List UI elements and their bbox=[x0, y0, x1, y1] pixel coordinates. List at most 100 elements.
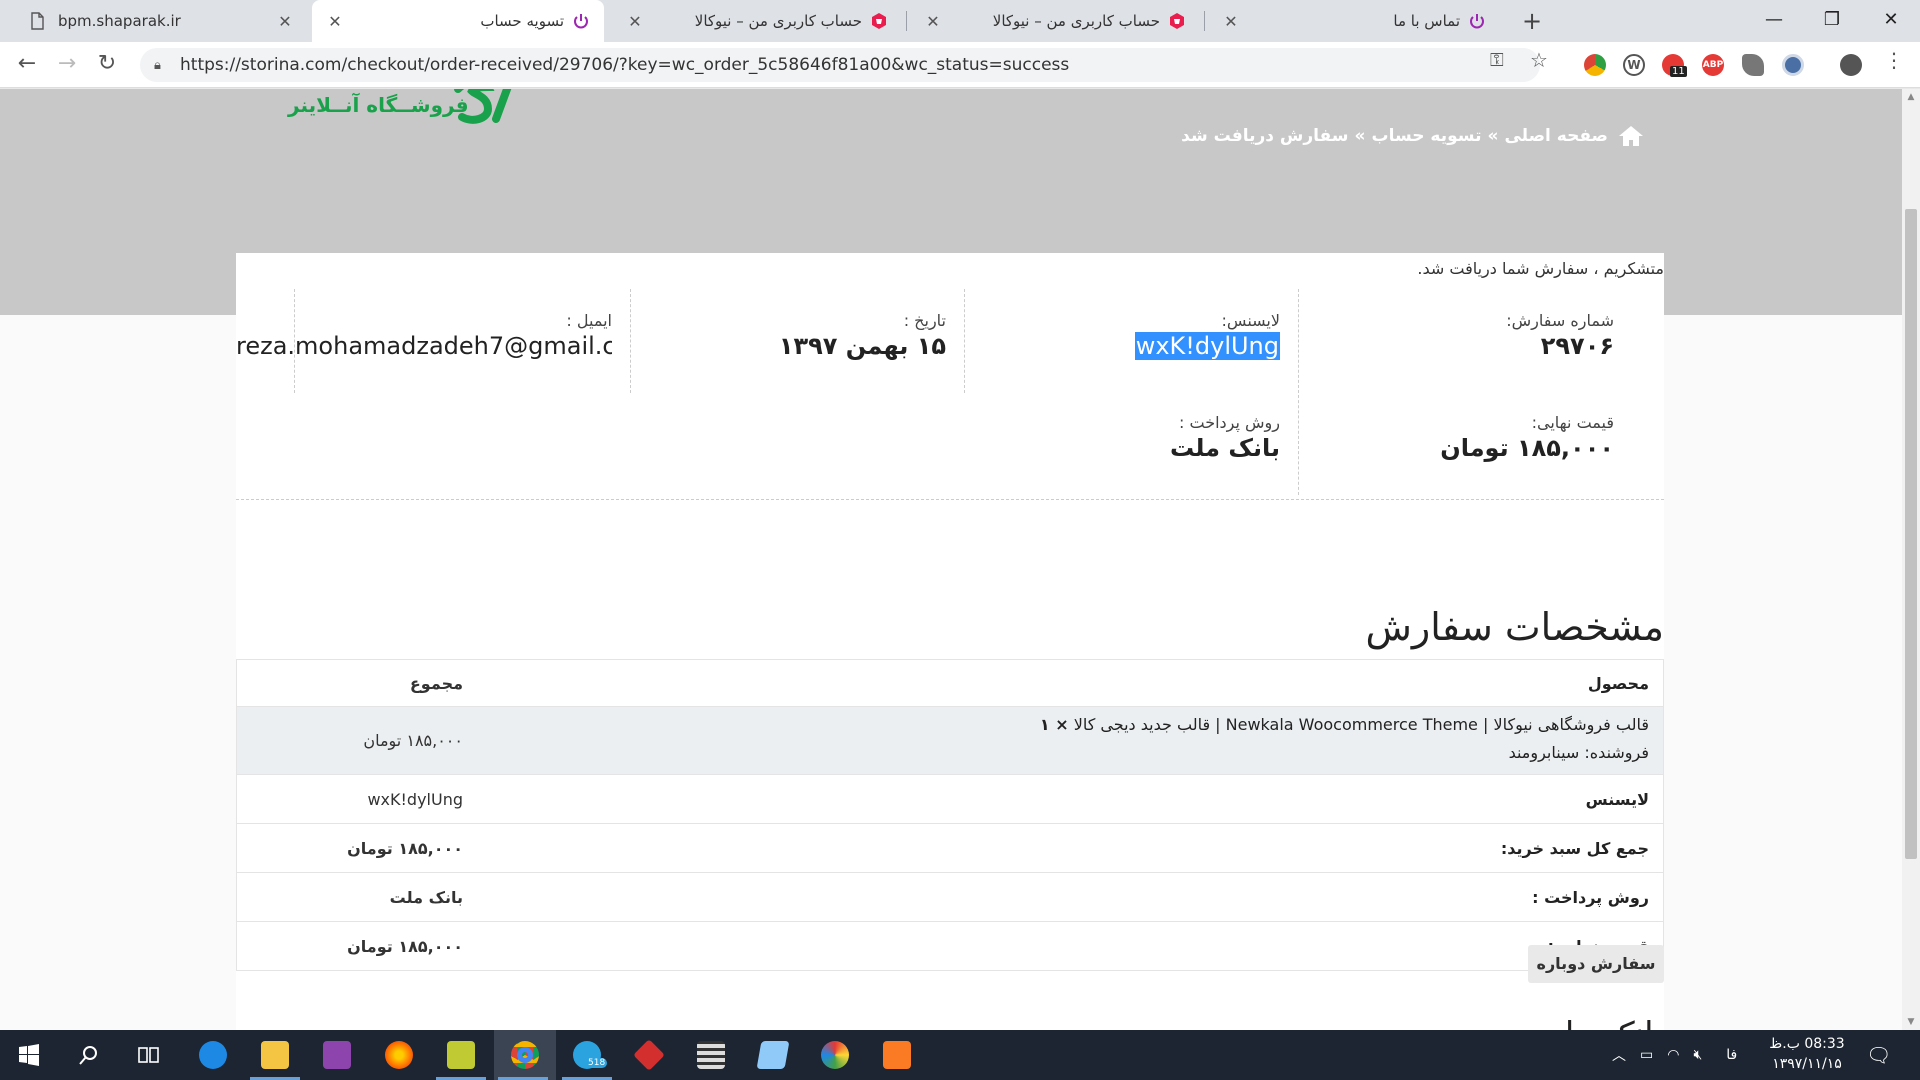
close-icon[interactable]: ✕ bbox=[924, 12, 942, 31]
notification-icon[interactable]: 🗨︎ bbox=[1866, 1030, 1891, 1080]
task-view-button[interactable] bbox=[120, 1030, 178, 1080]
item-title[interactable]: قالب فروشگاهی نیوکالا | Newkala Woocomme… bbox=[1074, 715, 1649, 734]
divider bbox=[964, 289, 965, 393]
tab-bpm-shaparak[interactable]: bpm.shaparak.ir ✕ bbox=[14, 0, 308, 42]
order-received-card: متشکریم ، سفارش شما دریافت شد. شماره سفا… bbox=[236, 253, 1664, 1030]
tab-contact-us[interactable]: تماس با ما ✕ bbox=[1208, 0, 1500, 42]
taskbar-visual-studio[interactable] bbox=[308, 1030, 366, 1080]
lock-icon: 🔒︎ bbox=[154, 57, 161, 73]
breadcrumb-checkout[interactable]: تسویه حساب bbox=[1372, 126, 1482, 146]
tab-newkala-account-1[interactable]: حساب کاربری من – نیوکالا ✕ bbox=[612, 0, 902, 42]
order-again-button[interactable]: سفارش دوباره bbox=[1528, 945, 1664, 983]
newkala-icon bbox=[1170, 13, 1184, 29]
wordpress-icon[interactable]: W bbox=[1623, 54, 1645, 76]
extension-globe-icon[interactable] bbox=[1584, 54, 1606, 76]
maximize-button[interactable]: ❐ bbox=[1803, 0, 1861, 42]
extension-red-icon[interactable]: 11 bbox=[1662, 54, 1687, 77]
subtotal-value: ۱۸۵,۰۰۰ تومان bbox=[347, 839, 463, 858]
close-icon[interactable]: ✕ bbox=[1222, 12, 1240, 31]
page-scrollbar[interactable]: ▲ ▼ bbox=[1902, 89, 1920, 1030]
divider bbox=[294, 289, 295, 393]
total-value: ۱۸۵,۰۰۰ تومان bbox=[1440, 434, 1614, 462]
close-icon[interactable]: ✕ bbox=[626, 12, 644, 31]
taskbar-telegram[interactable]: 518 bbox=[558, 1030, 616, 1080]
wifi-icon[interactable]: ◠ bbox=[1667, 1047, 1679, 1063]
taskbar-file-explorer[interactable] bbox=[246, 1030, 304, 1080]
table-row: قالب فروشگاهی نیوکالا | Newkala Woocomme… bbox=[237, 706, 1663, 774]
menu-kebab-icon[interactable]: ⋮ bbox=[1884, 48, 1904, 72]
thank-you-message: متشکریم ، سفارش شما دریافت شد. bbox=[1417, 259, 1664, 278]
taskbar-chrome[interactable] bbox=[494, 1030, 556, 1080]
close-window-button[interactable]: ✕ bbox=[1862, 0, 1920, 42]
reload-icon[interactable]: ↻ bbox=[92, 50, 122, 80]
taskbar-calculator[interactable] bbox=[682, 1030, 740, 1080]
volume-muted-icon[interactable]: 🔇︎ bbox=[1693, 1047, 1702, 1063]
language-indicator[interactable]: فا bbox=[1726, 1047, 1737, 1063]
column-total: مجموع bbox=[409, 674, 463, 693]
breadcrumb-separator: » bbox=[1487, 126, 1499, 146]
taskbar-red-app[interactable] bbox=[620, 1030, 678, 1080]
taskbar-xampp[interactable] bbox=[868, 1030, 926, 1080]
file-explorer-icon bbox=[261, 1041, 289, 1069]
breadcrumb: صفحه اصلی » تسویه حساب » سفارش دریافت شد bbox=[1181, 125, 1644, 147]
order-email: ایمیل : reza.mohamadzadeh7@gmail.com bbox=[236, 311, 612, 360]
profile-avatar-icon[interactable] bbox=[1840, 54, 1862, 76]
url-text: https://storina.com/checkout/order-recei… bbox=[180, 55, 1070, 75]
order-total: قیمت نهایی: ۱۸۵,۰۰۰ تومان bbox=[1440, 413, 1614, 462]
item-seller: فروشنده: سینابرومند bbox=[1508, 743, 1649, 762]
taskbar-edge[interactable] bbox=[184, 1030, 242, 1080]
scroll-thumb[interactable] bbox=[1905, 209, 1917, 859]
visual-studio-icon bbox=[323, 1041, 351, 1069]
taskbar-firefox[interactable] bbox=[370, 1030, 428, 1080]
site-logo-icon[interactable] bbox=[452, 89, 516, 131]
extension-blue-icon[interactable] bbox=[1782, 54, 1804, 76]
scroll-down-icon[interactable]: ▼ bbox=[1902, 1014, 1920, 1030]
forward-arrow-icon[interactable]: → bbox=[52, 50, 82, 80]
order-details-title: مشخصات سفارش bbox=[1365, 605, 1664, 649]
power-icon bbox=[574, 14, 588, 29]
home-icon[interactable] bbox=[1618, 125, 1644, 147]
tab-title: حساب کاربری من – نیوکالا bbox=[694, 12, 862, 30]
order-payment-method: روش پرداخت : بانک ملت bbox=[1170, 413, 1280, 462]
search-icon bbox=[79, 1046, 97, 1065]
star-icon[interactable]: ☆ bbox=[1530, 48, 1548, 72]
taskbar-tools[interactable] bbox=[432, 1030, 490, 1080]
close-icon[interactable]: ✕ bbox=[276, 12, 294, 31]
search-button[interactable] bbox=[60, 1030, 118, 1080]
address-bar[interactable]: 🔒︎ https://storina.com/checkout/order-re… bbox=[140, 48, 1540, 82]
taskbar-notepad[interactable] bbox=[744, 1030, 802, 1080]
final-total-value: ۱۸۵,۰۰۰ تومان bbox=[347, 937, 463, 956]
paint-icon bbox=[821, 1041, 849, 1069]
scroll-up-icon[interactable]: ▲ bbox=[1902, 89, 1920, 105]
order-number-label: شماره سفارش: bbox=[1506, 311, 1614, 330]
tab-checkout[interactable]: تسویه حساب ✕ bbox=[312, 0, 604, 42]
license-value[interactable]: wxK!dylUng bbox=[1134, 332, 1280, 360]
license-row-label: لایسنس bbox=[1585, 790, 1649, 809]
key-icon[interactable]: ⚿ bbox=[1490, 50, 1504, 71]
battery-icon[interactable]: ▭ bbox=[1640, 1047, 1653, 1063]
task-view-icon bbox=[138, 1047, 159, 1063]
tab-title: حساب کاربری من – نیوکالا bbox=[992, 12, 1160, 30]
close-icon[interactable]: ✕ bbox=[326, 12, 344, 31]
new-tab-button[interactable]: + bbox=[1518, 8, 1546, 36]
start-button[interactable] bbox=[0, 1030, 58, 1080]
tab-newkala-account-2[interactable]: حساب کاربری من – نیوکالا ✕ bbox=[910, 0, 1200, 42]
system-tray: ︿ ▭ ◠ 🔇︎ فا bbox=[1612, 1030, 1737, 1080]
clock-time: 08:33 ب.ظ bbox=[1769, 1036, 1845, 1052]
chevron-up-icon[interactable]: ︿ bbox=[1612, 1045, 1626, 1065]
windows-taskbar: 518 ︿ ▭ ◠ 🔇︎ فا 08:33 ب.ظ ۱۳۹۷/۱۱/۱۵ 🗨︎ bbox=[0, 1030, 1920, 1080]
extension-feather-icon[interactable] bbox=[1742, 54, 1764, 76]
divider bbox=[1298, 395, 1299, 495]
order-number-value: ۲۹۷۰۶ bbox=[1540, 332, 1614, 360]
breadcrumb-current: سفارش دریافت شد bbox=[1181, 126, 1349, 146]
clock[interactable]: 08:33 ب.ظ ۱۳۹۷/۱۱/۱۵ bbox=[1762, 1034, 1852, 1074]
payment-row-label: روش پرداخت : bbox=[1532, 888, 1649, 907]
breadcrumb-home[interactable]: صفحه اصلی bbox=[1504, 126, 1608, 146]
tab-strip: bpm.shaparak.ir ✕ تسویه حساب ✕ حساب کارب… bbox=[0, 0, 1920, 42]
adblock-icon[interactable]: ABP bbox=[1702, 54, 1724, 76]
minimize-button[interactable]: — bbox=[1745, 0, 1803, 42]
telegram-badge: 518 bbox=[586, 1058, 608, 1068]
newkala-icon bbox=[872, 13, 886, 29]
back-arrow-icon[interactable]: ← bbox=[12, 50, 42, 80]
taskbar-paint[interactable] bbox=[806, 1030, 864, 1080]
